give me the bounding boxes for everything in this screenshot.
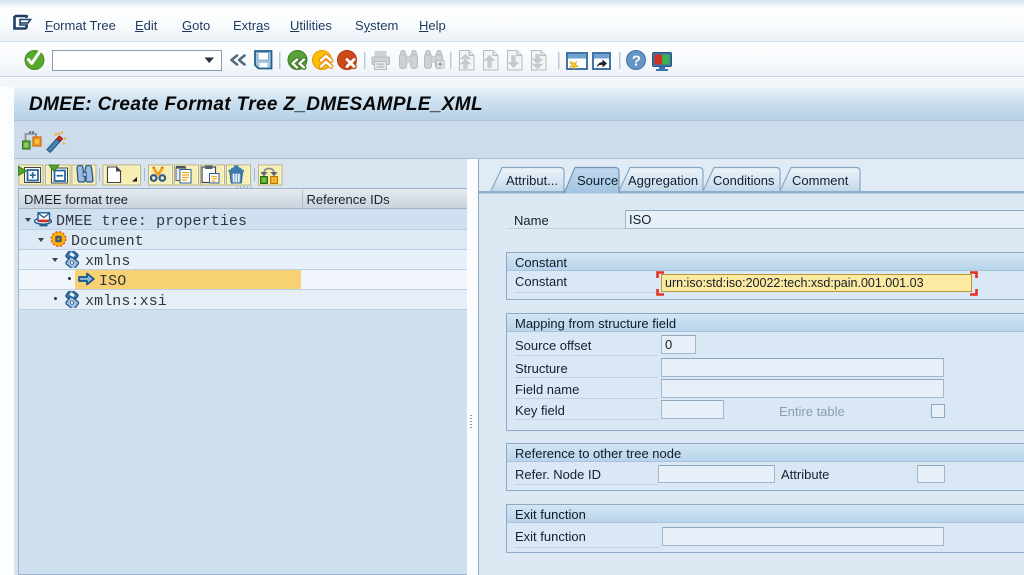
svg-text:Comment: Comment [792, 173, 849, 188]
svg-text:?: ? [632, 53, 641, 70]
svg-text:Aggregation: Aggregation [628, 173, 698, 188]
svg-text:Source: Source [577, 173, 618, 188]
svg-text:Conditions: Conditions [713, 173, 775, 188]
svg-text:Attribut...: Attribut... [506, 173, 558, 188]
